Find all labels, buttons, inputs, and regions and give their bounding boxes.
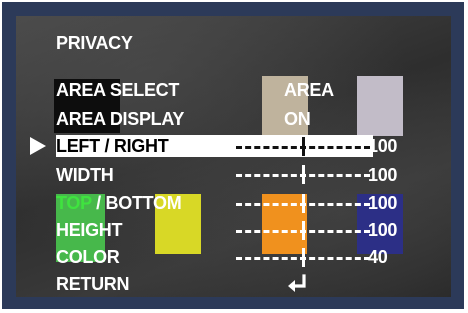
color-value: 40 [368, 247, 388, 267]
menu-title: PRIVACY [56, 33, 133, 53]
left-right-value: 100 [368, 136, 398, 156]
height-value: 100 [368, 220, 398, 240]
top-bottom-value: 100 [368, 193, 398, 213]
menu-item-area-display[interactable]: AREA DISPLAY [56, 108, 184, 130]
slider-knob[interactable] [302, 165, 305, 184]
area-display-value: ON [284, 109, 311, 129]
top-label: TOP [56, 193, 92, 213]
area-select-value: AREA [284, 80, 334, 100]
enter-return-icon[interactable] [286, 274, 308, 294]
triangle-pointer-icon [30, 137, 46, 155]
slider-knob[interactable] [302, 194, 305, 213]
menu-item-height[interactable]: HEIGHT [56, 219, 123, 241]
menu-item-area-select[interactable]: AREA SELECT [56, 79, 179, 101]
menu-item-return[interactable]: RETURN [56, 273, 130, 295]
privacy-mask-lilac [357, 76, 403, 136]
slider-knob[interactable] [302, 221, 305, 240]
menu-item-top-bottom[interactable]: TOP / BOTTOM [56, 192, 182, 214]
menu-item-left-right[interactable]: LEFT / RIGHT [56, 135, 169, 157]
menu-item-width[interactable]: WIDTH [56, 164, 114, 186]
slider-knob[interactable] [302, 248, 305, 267]
osd-screen: PRIVACY AREA SELECT AREA AREA DISPLAY ON… [16, 16, 451, 297]
menu-item-color[interactable]: COLOR [56, 246, 120, 268]
slider-knob[interactable] [302, 137, 305, 156]
top-bottom-slider[interactable] [236, 193, 370, 213]
width-slider[interactable] [236, 164, 370, 184]
left-right-slider[interactable] [236, 136, 370, 156]
height-slider[interactable] [236, 220, 370, 240]
bottom-label: / BOTTOM [91, 193, 182, 213]
color-slider[interactable] [236, 247, 370, 267]
monitor-frame: PRIVACY AREA SELECT AREA AREA DISPLAY ON… [2, 2, 464, 309]
width-value: 100 [368, 165, 398, 185]
